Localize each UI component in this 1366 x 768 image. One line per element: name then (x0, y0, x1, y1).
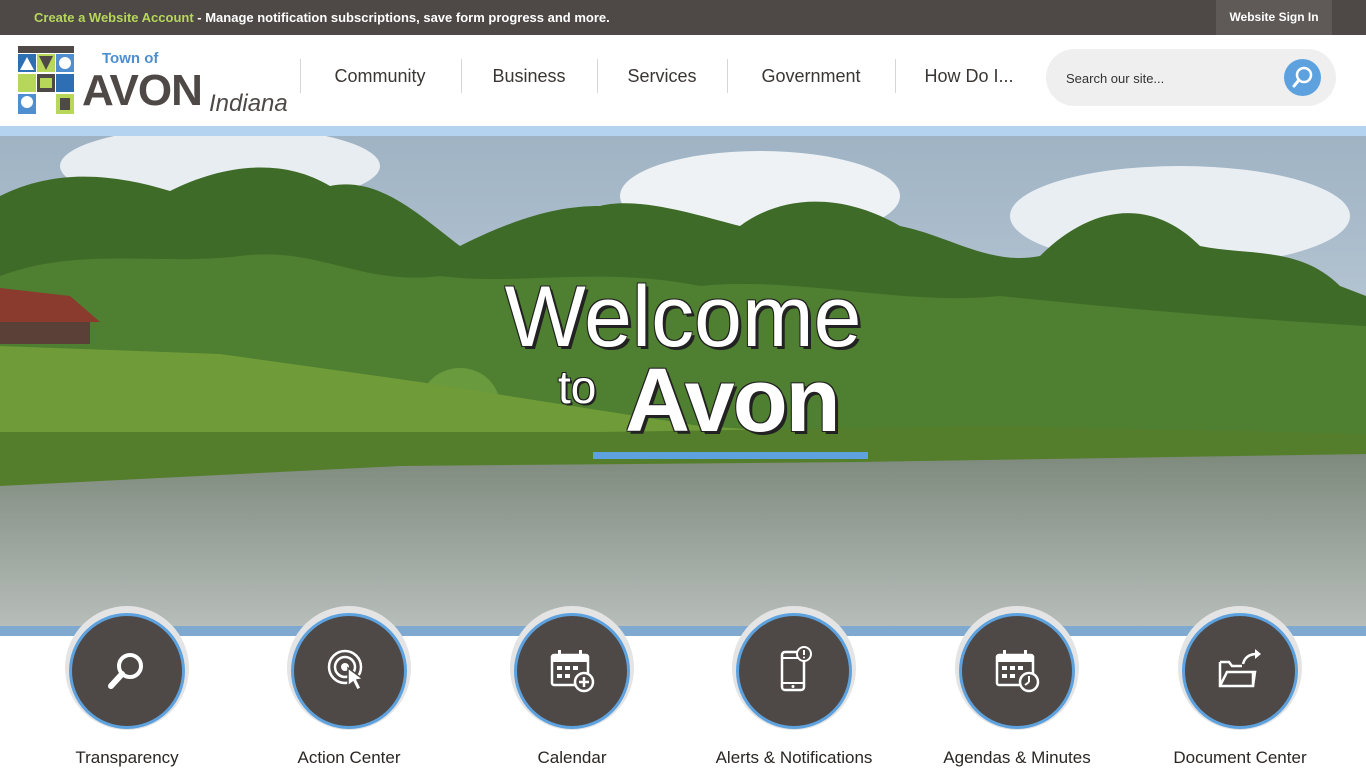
quick-link-label[interactable]: Document Center (1140, 748, 1340, 768)
nav-services[interactable]: Services (598, 56, 726, 96)
quick-link-action-center[interactable]: Action Center (249, 606, 449, 768)
quick-link-button[interactable] (959, 613, 1075, 729)
quick-link-agendas-minutes[interactable]: Agendas & Minutes (917, 606, 1117, 768)
quick-link-label[interactable]: Agendas & Minutes (917, 748, 1117, 768)
calendar-clock-icon (995, 650, 1040, 693)
quick-link-button[interactable] (291, 613, 407, 729)
town-seal-icon (16, 44, 76, 116)
phone-alert-icon (780, 646, 812, 692)
nav-community[interactable]: Community (300, 56, 460, 96)
website-sign-in-button[interactable]: Website Sign In (1216, 0, 1332, 35)
logo-avon: AVON (82, 66, 203, 115)
logo-town-of: Town of (102, 50, 159, 67)
quick-link-transparency[interactable]: Transparency (27, 606, 227, 768)
create-account-link[interactable]: Create a Website Account (34, 10, 194, 25)
touch-icon (327, 649, 365, 692)
site-header: Town of AVON Indiana Community Business … (0, 35, 1366, 126)
quick-link-label[interactable]: Action Center (249, 748, 449, 768)
logo-indiana: Indiana (209, 90, 288, 117)
quick-link-calendar[interactable]: Calendar (472, 606, 672, 768)
header-accent-band (0, 126, 1366, 136)
quick-link-alerts-notifications[interactable]: Alerts & Notifications (694, 606, 894, 768)
utility-bar: Create a Website Account - Manage notifi… (0, 0, 1366, 35)
quick-link-button[interactable] (69, 613, 185, 729)
account-message-text: - Manage notification subscriptions, sav… (193, 10, 610, 25)
quick-link-document-center[interactable]: Document Center (1140, 606, 1340, 768)
town-logo[interactable]: Town of AVON Indiana (16, 44, 288, 118)
calendar-add-icon (550, 650, 595, 693)
account-message: Create a Website Account - Manage notifi… (34, 10, 610, 25)
quick-link-label[interactable]: Calendar (472, 748, 672, 768)
search-input[interactable] (1066, 67, 1276, 89)
quick-link-button[interactable] (1182, 613, 1298, 729)
magnifier-icon (108, 653, 143, 689)
quick-link-label[interactable]: Alerts & Notifications (694, 748, 894, 768)
folder-share-icon (1218, 649, 1261, 688)
quick-link-label[interactable]: Transparency (27, 748, 227, 768)
nav-business[interactable]: Business (462, 56, 596, 96)
hero-avon-text: Avon (625, 351, 841, 451)
hero-underline (593, 452, 868, 459)
search-button[interactable] (1284, 59, 1321, 96)
quick-link-button[interactable] (514, 613, 630, 729)
hero-to-text: to (558, 361, 597, 413)
nav-how-do-i[interactable]: How Do I... (896, 56, 1042, 96)
hero-banner: Welcome to Avon (0, 136, 1366, 626)
quick-link-button[interactable] (736, 613, 852, 729)
nav-government[interactable]: Government (728, 56, 894, 96)
site-search (1046, 49, 1336, 106)
search-icon (1292, 66, 1313, 88)
